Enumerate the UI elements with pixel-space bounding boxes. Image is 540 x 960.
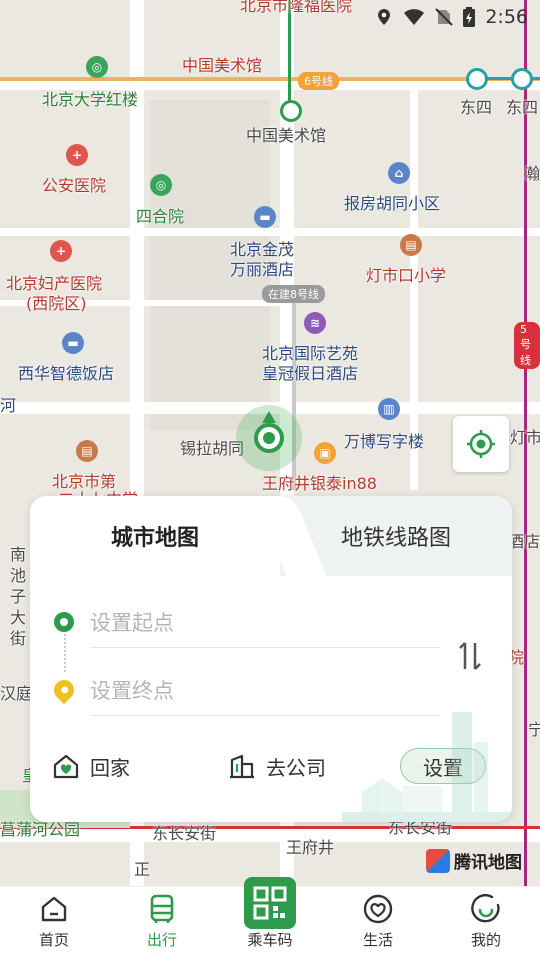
home-icon xyxy=(41,896,67,922)
start-point-input[interactable]: 设置起点 xyxy=(90,596,440,648)
map-label: 王府井银泰in88 xyxy=(262,474,377,493)
nav-life[interactable]: 生活 xyxy=(324,887,432,960)
tencent-map-logo: 腾讯地图 xyxy=(426,848,522,873)
heart-circle-icon xyxy=(363,894,393,924)
map-label: 西华智德饭店 xyxy=(18,364,115,383)
heading-arrow-icon xyxy=(262,411,276,423)
swap-icon xyxy=(459,642,481,670)
office-building-icon xyxy=(230,754,254,779)
map-label: 东四 xyxy=(506,98,539,117)
scenic-icon: ◎ xyxy=(150,174,172,196)
qr-code-icon xyxy=(253,886,287,920)
metro-station-icon xyxy=(466,68,488,90)
map-label: 灯市 xyxy=(510,428,540,447)
go-home-button[interactable]: 回家 xyxy=(52,752,130,781)
go-to-work-button[interactable]: 去公司 xyxy=(228,752,326,781)
shopping-icon: ▣ xyxy=(314,442,336,464)
go-home-label: 回家 xyxy=(90,755,130,780)
map-label: 宁 xyxy=(528,720,540,739)
metro-station-icon xyxy=(511,68,533,90)
smile-icon xyxy=(471,894,500,923)
location-dot-icon xyxy=(254,423,284,453)
start-point-icon xyxy=(54,612,74,632)
map-label: 四合院 xyxy=(136,207,185,226)
bus-icon xyxy=(150,894,174,923)
hospital-icon: + xyxy=(66,144,88,166)
tab-city-map[interactable]: 城市地图 xyxy=(30,496,280,576)
locate-me-button[interactable] xyxy=(453,416,509,472)
location-status-icon xyxy=(378,9,391,25)
hospital-icon: + xyxy=(50,240,72,262)
home-heart-icon xyxy=(53,754,79,779)
map-label: 皇冠假日酒店 xyxy=(262,364,359,383)
swap-route-button[interactable] xyxy=(452,636,488,676)
brand-label: 腾讯地图 xyxy=(454,853,522,873)
status-bar: 2:56 xyxy=(375,0,540,34)
city-skyline-decoration xyxy=(342,712,512,822)
residence-icon: ⌂ xyxy=(388,162,410,184)
metro-line-badge: 在建8号线 xyxy=(262,285,325,303)
school-icon: ▤ xyxy=(76,440,98,462)
battery-icon xyxy=(463,7,476,27)
map-label: 中国美术馆 xyxy=(182,56,263,75)
hotel-icon: ▬ xyxy=(254,206,276,228)
hotel-icon: ▬ xyxy=(62,332,84,354)
bottom-navigation: 首页 出行 乘车码 生活 我的 xyxy=(0,877,540,960)
nav-travel-label: 出行 xyxy=(146,931,177,949)
map-label: 北京市隆福医院 xyxy=(240,0,353,15)
route-planner-panel: 城市地图 地铁线路图 设置起点 设置终点 回家 去公司 设置 xyxy=(30,496,512,822)
nav-ride-code-label: 乘车码 xyxy=(247,931,293,949)
map-label: 酒店 xyxy=(508,532,540,551)
metro-station-icon xyxy=(280,100,302,122)
tencent-logo-icon xyxy=(426,848,450,873)
map-label: 中国美术馆 xyxy=(246,126,327,145)
map-type-tabs: 城市地图 地铁线路图 xyxy=(30,496,512,576)
map-label: 报房胡同小区 xyxy=(344,194,441,213)
map-label: 东长安街 xyxy=(152,824,217,843)
map-label: 锡拉胡同 xyxy=(180,439,245,458)
map-label: 万丽酒店 xyxy=(230,260,295,279)
crosshair-icon xyxy=(467,430,495,458)
start-point-row[interactable]: 设置起点 xyxy=(30,592,440,652)
nav-mine[interactable]: 我的 xyxy=(432,887,540,960)
map-label: 万博写字楼 xyxy=(344,432,425,451)
office-icon: ▥ xyxy=(378,398,400,420)
hotel-icon: ≋ xyxy=(304,312,326,334)
map-label: 灯市口小学 xyxy=(366,266,447,285)
nav-home-label: 首页 xyxy=(38,931,69,949)
map-label: 河 xyxy=(0,396,17,415)
map-label: 公安医院 xyxy=(42,176,107,195)
nav-travel[interactable]: 出行 xyxy=(108,887,216,960)
map-label: 汉庭 xyxy=(0,684,33,703)
scenic-icon: ◎ xyxy=(86,56,108,78)
qr-code-button[interactable] xyxy=(244,877,296,929)
end-point-pin-icon xyxy=(49,675,79,705)
nav-life-label: 生活 xyxy=(362,931,393,949)
map-label: 北京大学红楼 xyxy=(42,90,139,109)
tab-subway-map[interactable]: 地铁线路图 xyxy=(280,496,512,576)
map-label: 王府井 xyxy=(286,838,335,857)
map-label: 瀚 xyxy=(524,164,540,183)
wifi-icon xyxy=(404,9,425,25)
current-location-marker xyxy=(236,405,302,471)
nav-ride-code[interactable]: 乘车码 xyxy=(216,877,324,960)
nav-mine-label: 我的 xyxy=(470,931,501,949)
no-sim-icon xyxy=(435,8,454,26)
go-to-work-label: 去公司 xyxy=(266,755,326,780)
status-time: 2:56 xyxy=(485,6,528,28)
map-label: 正 xyxy=(134,860,151,879)
map-label: (西院区) xyxy=(26,294,87,313)
map-label: 南池子大街 xyxy=(10,545,27,648)
metro-line-badge: 5号线 xyxy=(514,322,540,369)
nav-home[interactable]: 首页 xyxy=(0,887,108,960)
metro-line-badge: 6号线 xyxy=(298,72,339,90)
map-label: 东四 xyxy=(460,98,493,117)
school-icon: ▤ xyxy=(400,234,422,256)
